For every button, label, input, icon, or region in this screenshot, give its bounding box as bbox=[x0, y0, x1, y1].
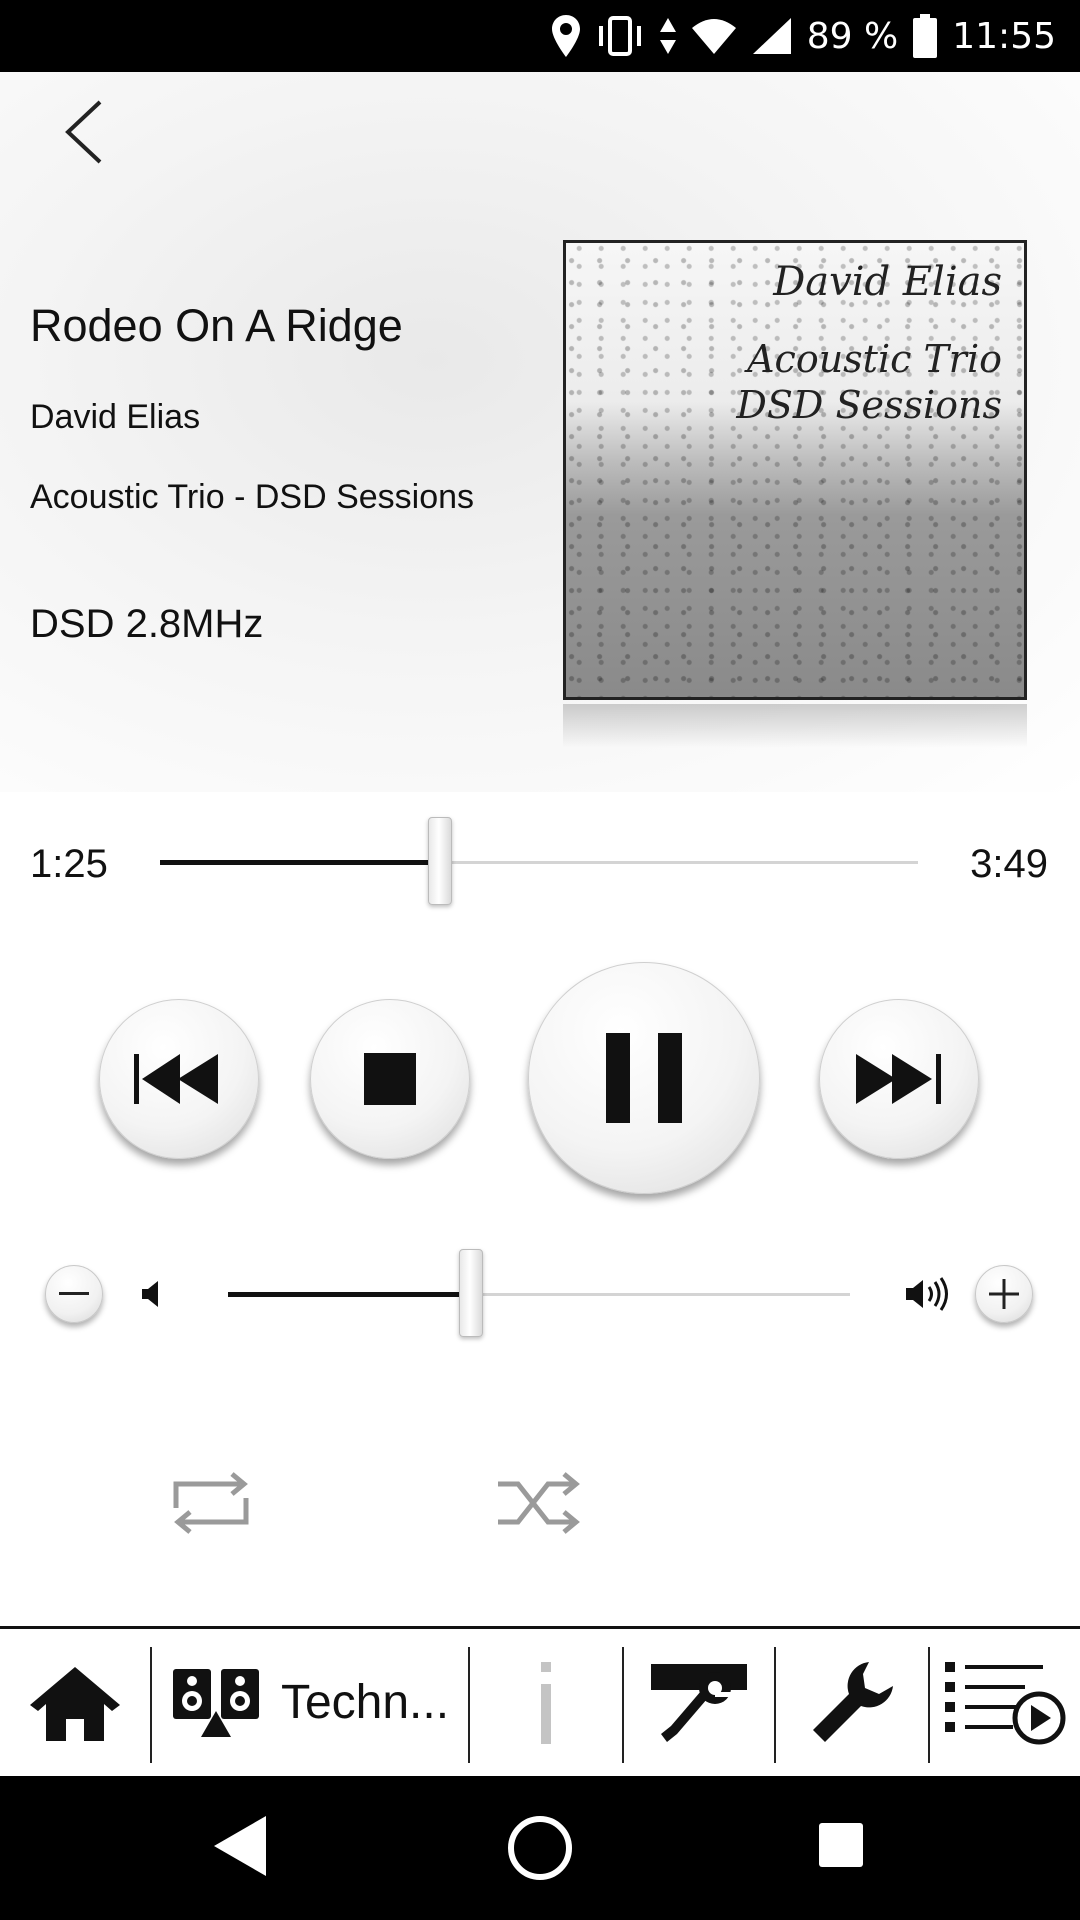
playlist-play-icon bbox=[945, 1661, 1066, 1744]
info-icon bbox=[541, 1661, 551, 1744]
track-artist: David Elias bbox=[30, 398, 201, 436]
album-cover-reflection bbox=[563, 704, 1027, 748]
system-nav-bar bbox=[0, 1776, 1080, 1920]
seek-bar-fill bbox=[160, 860, 441, 865]
shuffle-icon bbox=[498, 1472, 580, 1534]
pause-icon bbox=[606, 1033, 682, 1123]
stop-button[interactable] bbox=[310, 999, 470, 1159]
clock: 11:55 bbox=[952, 15, 1056, 57]
location-icon bbox=[551, 15, 581, 57]
volume-high-icon bbox=[904, 1276, 954, 1317]
audio-format: DSD 2.8MHz bbox=[30, 602, 264, 646]
wifi-icon bbox=[691, 16, 737, 56]
elapsed-time: 1:25 bbox=[30, 842, 108, 886]
circle-home-icon bbox=[508, 1816, 572, 1880]
stop-icon bbox=[364, 1053, 416, 1105]
skip-next-icon bbox=[856, 1054, 941, 1104]
volume-slider-fill bbox=[228, 1292, 471, 1297]
vibrate-icon bbox=[595, 16, 645, 56]
home-icon bbox=[30, 1666, 120, 1741]
nav-home[interactable] bbox=[0, 1629, 150, 1776]
volume-up-button[interactable] bbox=[975, 1265, 1033, 1323]
nav-queue[interactable] bbox=[930, 1629, 1080, 1776]
device-name: Techn... bbox=[280, 1676, 450, 1729]
total-time: 3:49 bbox=[970, 842, 1048, 886]
system-recents-button[interactable] bbox=[818, 1822, 864, 1873]
square-recents-icon bbox=[819, 1823, 863, 1867]
system-back-button[interactable] bbox=[212, 1814, 268, 1883]
device-settings-icon bbox=[651, 1663, 747, 1742]
repeat-button[interactable] bbox=[170, 1470, 252, 1536]
cover-title-line1: Acoustic Trio bbox=[747, 337, 1002, 381]
previous-button[interactable] bbox=[99, 999, 259, 1159]
cover-title-line2: DSD Sessions bbox=[736, 383, 1002, 427]
nav-settings[interactable] bbox=[776, 1629, 928, 1776]
minus-icon bbox=[59, 1292, 89, 1295]
nav-device-settings[interactable] bbox=[624, 1629, 774, 1776]
seek-thumb[interactable] bbox=[428, 817, 453, 905]
volume-slider[interactable] bbox=[228, 1249, 850, 1337]
battery-icon bbox=[912, 14, 938, 58]
status-bar: 89 % 11:55 bbox=[0, 0, 1080, 72]
battery-percent: 89 % bbox=[806, 15, 899, 57]
plus-icon bbox=[989, 1279, 1019, 1309]
volume-down-button[interactable] bbox=[45, 1265, 103, 1323]
seek-bar[interactable] bbox=[160, 817, 918, 905]
bottom-nav: Techn... bbox=[0, 1626, 1080, 1776]
speakers-icon bbox=[172, 1668, 259, 1737]
chevron-left-icon bbox=[65, 100, 102, 164]
album-cover: David Elias Acoustic Trio DSD Sessions bbox=[563, 240, 1027, 700]
repeat-icon bbox=[173, 1472, 249, 1534]
track-album: Acoustic Trio - DSD Sessions bbox=[30, 478, 475, 516]
back-button[interactable] bbox=[56, 96, 116, 168]
track-title: Rodeo On A Ridge bbox=[30, 300, 403, 351]
system-home-button[interactable] bbox=[506, 1814, 574, 1887]
triangle-back-icon bbox=[214, 1816, 266, 1876]
volume-low-icon bbox=[140, 1280, 162, 1313]
pause-button[interactable] bbox=[528, 962, 760, 1194]
skip-previous-icon bbox=[134, 1054, 218, 1104]
wrench-icon bbox=[813, 1661, 893, 1742]
next-button[interactable] bbox=[819, 999, 979, 1159]
cell-signal-icon bbox=[751, 16, 793, 56]
nav-info[interactable] bbox=[470, 1629, 622, 1776]
shuffle-button[interactable] bbox=[496, 1470, 582, 1536]
data-arrows-icon bbox=[659, 16, 677, 56]
volume-thumb[interactable] bbox=[458, 1249, 483, 1337]
nav-device[interactable]: Techn... bbox=[152, 1629, 468, 1776]
cover-artist-text: David Elias bbox=[773, 259, 1002, 305]
